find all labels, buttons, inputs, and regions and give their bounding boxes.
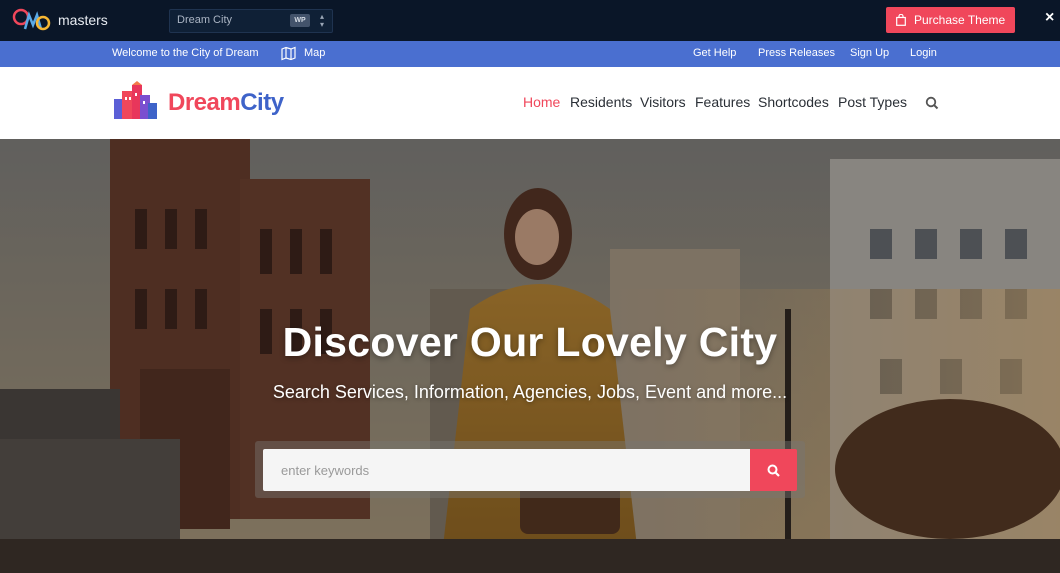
purchase-theme-button[interactable]: Purchase Theme (886, 7, 1015, 33)
hero-search-form (255, 441, 805, 498)
cms-masters-logo-icon[interactable] (12, 7, 52, 35)
close-icon[interactable]: × (1045, 9, 1054, 27)
search-submit-button[interactable] (750, 449, 797, 491)
search-icon[interactable] (925, 96, 939, 110)
purchase-theme-label: Purchase Theme (914, 13, 1006, 27)
search-icon (767, 464, 780, 477)
brand-name[interactable]: DreamCity (168, 89, 284, 117)
nav-shortcodes[interactable]: Shortcodes (758, 94, 829, 110)
dreamcity-logo-icon[interactable] (112, 81, 160, 121)
map-link[interactable]: Map (304, 47, 325, 59)
hero-subtitle: Search Services, Information, Agencies, … (272, 382, 788, 402)
press-releases-link[interactable]: Press Releases (758, 47, 835, 59)
nav-residents[interactable]: Residents (570, 94, 632, 110)
get-help-link[interactable]: Get Help (693, 47, 736, 59)
shopping-bag-icon (896, 14, 906, 26)
utility-bar: Welcome to the City of Dream Map Get Hel… (0, 41, 1060, 67)
select-arrows-icon: ▴ ▾ (320, 12, 325, 29)
nav-features[interactable]: Features (695, 94, 750, 110)
nav-post-types[interactable]: Post Types (838, 94, 907, 110)
sign-up-link[interactable]: Sign Up (850, 47, 889, 59)
login-link[interactable]: Login (910, 47, 937, 59)
hero-section: Discover Our Lovely City Search Services… (0, 139, 1060, 573)
brand-name-part1: Dream (168, 89, 241, 116)
map-icon[interactable] (281, 46, 296, 61)
theme-select-value: Dream City (177, 14, 233, 26)
brand-name-part2: City (240, 89, 284, 116)
demo-bar: masters Dream City WP ▴ ▾ Purchase Theme … (0, 0, 1060, 41)
hero-title: Discover Our Lovely City (282, 319, 778, 365)
keyword-search-input[interactable] (263, 449, 750, 491)
wp-badge: WP (290, 14, 310, 27)
cms-brand-text: masters (58, 12, 108, 28)
nav-visitors[interactable]: Visitors (640, 94, 686, 110)
theme-select[interactable]: Dream City WP ▴ ▾ (169, 9, 333, 33)
welcome-text: Welcome to the City of Dream (112, 47, 259, 59)
nav-home[interactable]: Home (523, 94, 560, 110)
site-header: DreamCity Home Residents Visitors Featur… (0, 67, 1060, 139)
